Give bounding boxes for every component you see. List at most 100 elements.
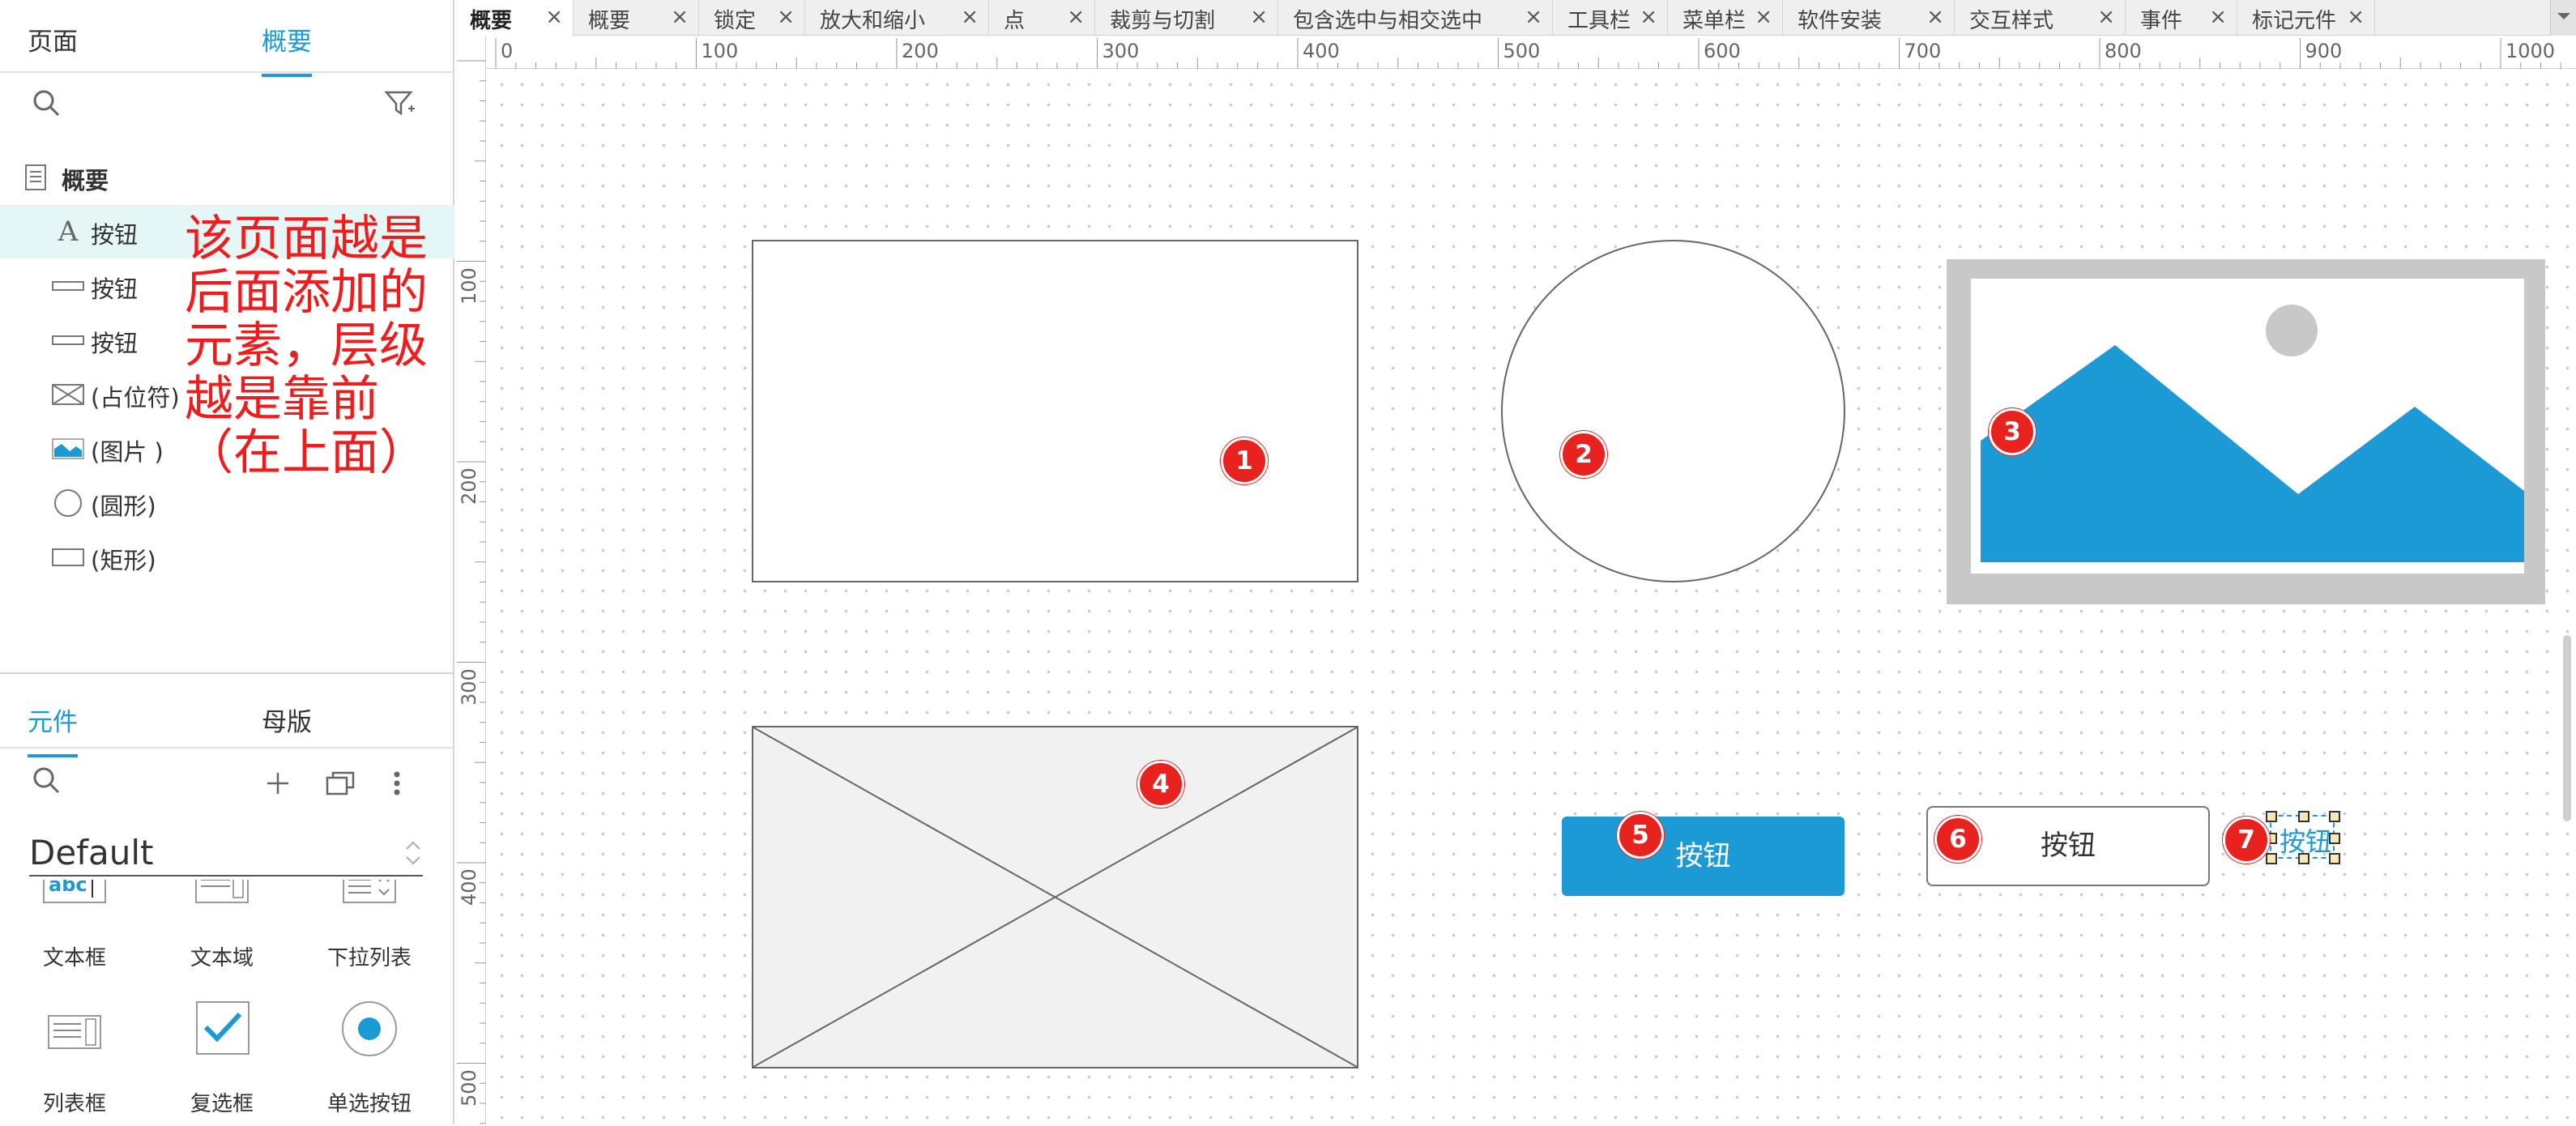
close-icon[interactable]: × <box>1640 5 1657 29</box>
widget-grid: abc 文本框 文本域 下拉列表 列表框 复选框 单选按钮 <box>0 880 454 1126</box>
doc-tab[interactable]: 标记元件 × <box>2237 0 2375 36</box>
ruler-tick-label: 300 <box>458 667 480 706</box>
marker-5: 5 <box>1617 812 1664 859</box>
doc-tab[interactable]: 事件 × <box>2126 0 2237 36</box>
circle-shape[interactable] <box>1501 240 1845 582</box>
button-icon <box>52 326 84 355</box>
close-icon[interactable]: × <box>2209 5 2227 29</box>
textarea-icon <box>195 880 249 903</box>
tab-masters[interactable]: 母版 <box>262 702 312 738</box>
outline-root[interactable]: 概要 <box>0 151 454 204</box>
outline-item-label: (图片 ) <box>91 438 164 466</box>
marker-4: 4 <box>1137 761 1184 808</box>
text-icon: A <box>58 215 79 248</box>
doc-tab[interactable]: 概要 × <box>455 0 574 36</box>
resize-handle[interactable] <box>2298 853 2309 864</box>
doc-tab-label: 包含选中与相交选中 <box>1293 9 1483 33</box>
outline-root-label: 概要 <box>62 167 109 194</box>
primary-button[interactable]: 按钮 <box>1562 817 1845 896</box>
image-icon <box>52 434 84 463</box>
resize-handle[interactable] <box>2329 853 2340 864</box>
primary-button-label: 按钮 <box>1675 840 1731 872</box>
close-icon[interactable]: × <box>671 5 689 29</box>
widget-dropdown[interactable]: 下拉列表 <box>295 880 444 977</box>
close-icon[interactable]: × <box>1525 5 1542 29</box>
filter-icon[interactable] <box>384 89 416 118</box>
resize-handle[interactable] <box>2329 833 2340 844</box>
copy-icon[interactable] <box>326 770 355 797</box>
search-icon[interactable] <box>31 87 63 120</box>
close-icon[interactable]: × <box>961 5 979 29</box>
horizontal-ruler: 0 100 200 300 400 500 600 700 800 900 1000 <box>486 36 2576 69</box>
add-icon[interactable] <box>264 770 292 797</box>
doc-tab[interactable]: 软件安装 × <box>1783 0 1955 36</box>
doc-tab[interactable]: 菜单栏 × <box>1668 0 1783 36</box>
marker-6: 6 <box>1934 816 1981 863</box>
marker-2: 2 <box>1560 431 1607 478</box>
search-icon[interactable] <box>31 765 63 797</box>
library-name: Default <box>29 833 154 872</box>
image-shape[interactable] <box>1947 259 2545 604</box>
doc-tab[interactable]: 裁剪与切割 × <box>1095 0 1278 36</box>
doc-tab[interactable]: 点 × <box>989 0 1095 36</box>
close-icon[interactable]: × <box>2097 5 2115 29</box>
doc-tab-label: 软件安装 <box>1798 9 1883 33</box>
text-label-widget[interactable]: 按钮 <box>2266 811 2340 864</box>
marker-3: 3 <box>1989 408 2036 455</box>
widget-label: 复选框 <box>190 1092 254 1116</box>
tab-overflow-button[interactable] <box>2550 0 2576 36</box>
widget-label: 下拉列表 <box>326 946 412 970</box>
doc-tab[interactable]: 锁定 × <box>699 0 805 36</box>
doc-tab-label: 概要 <box>470 9 513 33</box>
resize-handle[interactable] <box>2266 811 2277 822</box>
vertical-ruler: 100 200 300 400 500 <box>455 36 486 1124</box>
doc-tab[interactable]: 放大和缩小 × <box>805 0 989 36</box>
close-icon[interactable]: × <box>1926 5 1944 29</box>
widget-checkbox[interactable]: 复选框 <box>147 1001 296 1123</box>
widget-textarea[interactable]: 文本域 <box>147 880 296 977</box>
rectangle-icon <box>52 543 84 572</box>
doc-tab-label: 事件 <box>2140 9 2183 33</box>
placeholder-shape[interactable] <box>752 726 1358 1068</box>
doc-tab[interactable]: 交互样式 × <box>1955 0 2126 36</box>
chevron-updown-icon <box>406 841 420 865</box>
outline-item-rectangle[interactable]: (矩形) <box>0 531 454 584</box>
tab-outline[interactable]: 概要 <box>262 21 312 77</box>
resize-handle[interactable] <box>2266 853 2277 864</box>
marker-7: 7 <box>2223 817 2270 864</box>
resize-handle[interactable] <box>2298 811 2309 822</box>
doc-tab-label: 概要 <box>588 9 631 33</box>
doc-tab-label: 裁剪与切割 <box>1110 9 1216 33</box>
ruler-tick-label: 900 <box>2305 40 2343 62</box>
close-icon[interactable]: × <box>1250 5 1268 29</box>
outline-item-label: (圆形) <box>91 493 156 520</box>
default-button-label: 按钮 <box>2041 830 2096 862</box>
close-icon[interactable]: × <box>777 5 795 29</box>
ruler-tick-label: 700 <box>1904 40 1942 62</box>
resize-handle[interactable] <box>2329 811 2340 822</box>
close-icon[interactable]: × <box>1067 5 1085 29</box>
doc-tab[interactable]: 概要 × <box>574 0 699 36</box>
vertical-scrollbar[interactable] <box>2563 635 2571 821</box>
close-icon[interactable]: × <box>1755 5 1772 29</box>
widget-radio[interactable]: 单选按钮 <box>295 1001 444 1123</box>
widget-textbox[interactable]: abc 文本框 <box>0 880 149 977</box>
tab-pages[interactable]: 页面 <box>28 21 78 58</box>
widget-label: 单选按钮 <box>326 1092 412 1116</box>
widget-listbox[interactable]: 列表框 <box>0 1009 149 1123</box>
outline-item-label: (占位符) <box>91 384 180 412</box>
doc-tab[interactable]: 工具栏 × <box>1553 0 1668 36</box>
outline-search-row <box>0 75 454 133</box>
library-selector[interactable]: Default <box>29 828 423 876</box>
close-icon[interactable]: × <box>2347 5 2365 29</box>
more-icon[interactable] <box>392 770 402 797</box>
ruler-tick-label: 600 <box>1704 40 1741 62</box>
doc-tab[interactable]: 包含选中与相交选中 × <box>1278 0 1553 36</box>
close-icon[interactable]: × <box>545 5 563 29</box>
widget-label: 列表框 <box>42 1092 106 1116</box>
design-canvas[interactable]: 按钮 按钮 按钮 1 2 3 4 5 6 7 <box>487 70 2576 1124</box>
rectangle-shape[interactable] <box>752 240 1358 582</box>
ruler-tick-label: 300 <box>1102 40 1140 62</box>
outline-item-circle[interactable]: (圆形) <box>0 476 454 530</box>
tab-widgets[interactable]: 元件 <box>28 702 78 757</box>
